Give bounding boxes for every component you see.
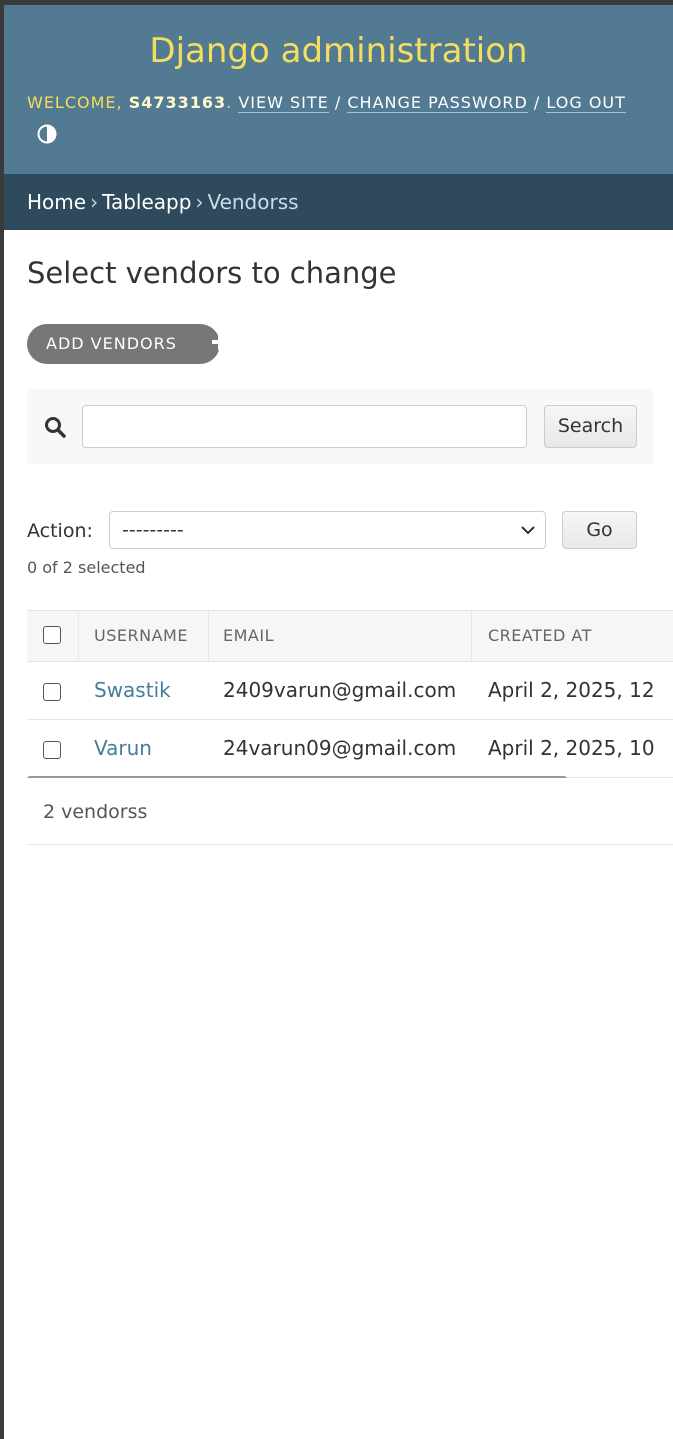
action-select[interactable]: ---------: [109, 511, 546, 549]
results-table: USERNAME EMAIL CREATED AT Swastik 2409va…: [27, 610, 673, 778]
search-button[interactable]: Search: [544, 405, 637, 448]
username-link[interactable]: Swastik: [94, 662, 171, 719]
table-row: Varun 24varun09@gmail.com April 2, 2025,…: [27, 720, 673, 778]
created-at-cell: April 2, 2025, 10: [488, 736, 655, 760]
chevron-down-icon: [521, 526, 535, 535]
selected-count: 0 of 2 selected: [27, 558, 146, 577]
row-checkbox[interactable]: [43, 683, 61, 701]
email-cell: 24varun09@gmail.com: [223, 736, 457, 760]
change-password-link[interactable]: CHANGE PASSWORD: [347, 93, 528, 113]
search-icon: [45, 417, 66, 438]
column-header-created-at[interactable]: CREATED AT: [488, 611, 592, 661]
site-title[interactable]: Django administration: [4, 31, 673, 71]
add-vendors-button[interactable]: ADD VENDORS: [27, 324, 228, 364]
separator: /: [533, 93, 541, 112]
username: S4733163: [128, 93, 227, 112]
username-period: .: [226, 93, 233, 112]
breadcrumb-separator: ›: [195, 190, 204, 214]
column-header-username[interactable]: USERNAME: [94, 611, 188, 661]
go-button[interactable]: Go: [562, 511, 637, 549]
contrast-icon[interactable]: [37, 124, 57, 144]
column-divider: [78, 611, 79, 661]
breadcrumb-tableapp[interactable]: Tableapp: [102, 190, 191, 214]
search-toolbar: Search: [27, 389, 654, 464]
column-header-email[interactable]: EMAIL: [223, 611, 274, 661]
welcome-text: WELCOME,: [27, 93, 123, 112]
breadcrumb-current: Vendorss: [207, 190, 299, 214]
created-at-cell: April 2, 2025, 12: [488, 678, 655, 702]
row-checkbox[interactable]: [43, 741, 61, 759]
search-input[interactable]: [82, 405, 527, 448]
plus-icon: [212, 334, 228, 350]
action-selected-option: ---------: [122, 519, 184, 541]
page-title: Select vendors to change: [27, 256, 397, 290]
paginator: 2 vendorss: [27, 778, 673, 845]
column-divider: [208, 611, 209, 661]
column-divider: [471, 611, 472, 661]
separator: /: [334, 93, 342, 112]
username-link[interactable]: Varun: [94, 720, 152, 777]
user-tools: WELCOME, S4733163. VIEW SITE / CHANGE PA…: [27, 93, 626, 113]
breadcrumb: Home › Tableapp › Vendorss: [4, 174, 673, 230]
table-header: USERNAME EMAIL CREATED AT: [27, 610, 673, 662]
select-all-checkbox[interactable]: [43, 626, 61, 644]
log-out-link[interactable]: LOG OUT: [546, 93, 626, 113]
add-vendors-label: ADD VENDORS: [46, 334, 177, 353]
header: Django administration WELCOME, S4733163.…: [4, 5, 673, 174]
breadcrumb-separator: ›: [90, 190, 99, 214]
email-cell: 2409varun@gmail.com: [223, 678, 457, 702]
action-label: Action:: [27, 520, 93, 542]
table-row: Swastik 2409varun@gmail.com April 2, 202…: [27, 662, 673, 720]
result-count: 2 vendorss: [43, 801, 148, 823]
browser-viewport: Django administration WELCOME, S4733163.…: [4, 5, 673, 1439]
breadcrumb-home[interactable]: Home: [27, 190, 86, 214]
view-site-link[interactable]: VIEW SITE: [238, 93, 329, 113]
